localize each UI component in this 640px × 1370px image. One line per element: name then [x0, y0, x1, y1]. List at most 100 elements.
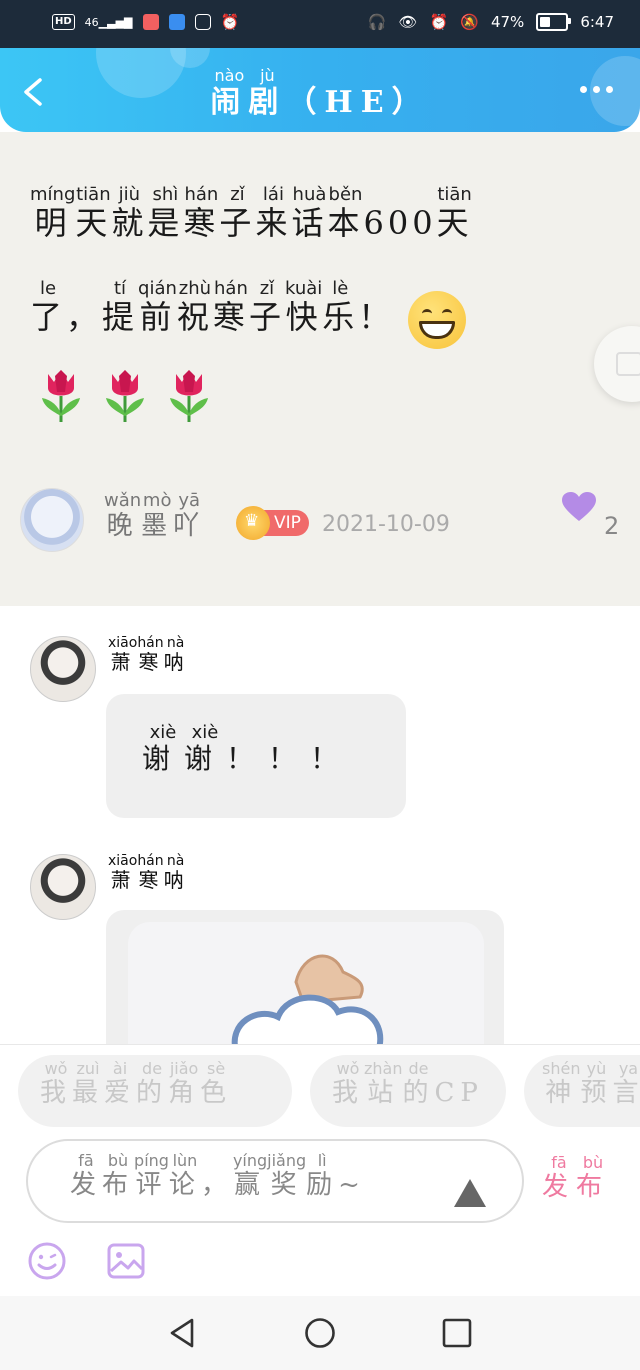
- comment-item: 萧xiāo寒hán呐nà: [30, 853, 640, 1110]
- annotated-char: 了le: [30, 278, 67, 336]
- annotated-char: 闹nào: [210, 66, 249, 120]
- annotated-char: 谢xiè: [184, 722, 227, 775]
- commenter-avatar[interactable]: [30, 854, 96, 920]
- annotated-char: ，: [201, 1170, 233, 1200]
- annotated-char: 是shì: [147, 184, 184, 242]
- post-card: 明míng天tiān就jiù是shì寒hán子zǐ来lái话huà本běn600…: [0, 132, 640, 606]
- gift-box-icon: [616, 352, 640, 376]
- commenter-avatar[interactable]: [30, 636, 96, 702]
- pinyin-annotation: [66, 278, 102, 299]
- commenter-name[interactable]: 萧xiāo寒hán呐nà: [108, 635, 188, 675]
- topic-chip-label: 我wǒ站zhàn的deCP: [332, 1059, 484, 1109]
- pinyin-annotation: huà: [291, 184, 328, 205]
- pinyin-annotation: [338, 1151, 366, 1170]
- annotated-char: 发fā: [70, 1151, 103, 1200]
- annotated-char: 本běn: [327, 184, 364, 242]
- dot: [580, 86, 587, 93]
- pinyin-annotation: kuài: [284, 278, 323, 299]
- pinyin-annotation: jiù: [111, 184, 148, 205]
- annotated-char: 快kuài: [284, 278, 323, 336]
- recents-square-icon[interactable]: [440, 1316, 474, 1350]
- pinyin-annotation: hán: [137, 635, 164, 651]
- dot: [606, 86, 613, 93]
- author-name[interactable]: 晚wǎn墨mò吖yā: [104, 490, 206, 542]
- pinyin-annotation: nà: [163, 853, 188, 869]
- author-avatar[interactable]: [20, 488, 84, 552]
- home-circle-icon[interactable]: [303, 1316, 337, 1350]
- annotated-char: ，: [66, 298, 102, 336]
- annotated-char: 天tiān: [436, 184, 473, 242]
- annotated-char: 剧jù: [248, 66, 287, 120]
- pinyin-annotation: xiāo: [108, 853, 138, 869]
- emoji-picker-icon[interactable]: [27, 1241, 67, 1281]
- annotated-char: 乐lè: [322, 278, 359, 336]
- post-date: 2021-10-09: [322, 512, 450, 537]
- pinyin-annotation: tiān: [75, 184, 112, 205]
- topic-chip[interactable]: 我wǒ站zhàn的deCP: [310, 1055, 506, 1127]
- grinning-face-emoji-icon: [408, 290, 467, 349]
- back-triangle-icon[interactable]: [166, 1316, 200, 1350]
- pinyin-annotation: xiāo: [108, 635, 138, 651]
- annotated-char: 评píng: [134, 1151, 169, 1200]
- annotated-char: 布bù: [576, 1153, 611, 1202]
- annotated-char: 寒hán: [212, 278, 249, 336]
- annotated-char: ！: [268, 742, 310, 775]
- pinyin-annotation: [435, 1059, 484, 1078]
- heart-like-icon[interactable]: [562, 492, 596, 522]
- pinyin-annotation: mò: [141, 490, 174, 511]
- tulip-emoji-icon: [106, 370, 144, 422]
- system-nav-bar: [0, 1296, 640, 1370]
- comment-bubble[interactable]: 谢xiè谢xiè！ ！ ！: [106, 694, 406, 818]
- pinyin-annotation: zhàn: [364, 1059, 403, 1078]
- commenter-name[interactable]: 萧xiāo寒hán呐nà: [108, 853, 188, 893]
- pinyin-annotation: lè: [322, 278, 359, 299]
- annotated-char: 谢xiè: [142, 722, 185, 775]
- pinyin-annotation: [310, 722, 352, 743]
- collapse-triangle-icon[interactable]: [454, 1179, 486, 1207]
- pinyin-annotation: míng: [30, 184, 76, 205]
- pinyin-annotation: lì: [306, 1151, 339, 1170]
- pinyin-annotation: hán: [212, 278, 249, 299]
- eye-icon: 👁: [398, 13, 418, 31]
- topic-chip-label: 我wǒ最zuì爱ài的de角jiǎo色sè: [40, 1059, 233, 1109]
- topic-chip[interactable]: 神shén预yù言ya: [524, 1055, 640, 1127]
- pinyin-annotation: lái: [255, 184, 292, 205]
- pinyin-annotation: shén: [542, 1059, 581, 1078]
- more-options-button[interactable]: [580, 86, 616, 100]
- pinyin-annotation: tiān: [436, 184, 473, 205]
- annotated-char: 预yù: [580, 1059, 613, 1108]
- pinyin-annotation: běn: [327, 184, 364, 205]
- annotated-char: 子zǐ: [248, 278, 285, 336]
- annotated-char: 萧xiāo: [108, 635, 138, 674]
- pinyin-annotation: fā: [542, 1153, 576, 1172]
- pinyin-annotation: wǒ: [40, 1059, 72, 1078]
- post-line-1: 明míng天tiān就jiù是shì寒hán子zǐ来lái话huà本běn600…: [30, 176, 590, 270]
- pinyin-annotation: píng: [134, 1151, 169, 1170]
- annotated-char: 神shén: [542, 1059, 581, 1108]
- annotated-char: 寒hán: [183, 184, 220, 242]
- post-author-row: 晚wǎn墨mò吖yā VIP 2021-10-09 2: [20, 488, 630, 558]
- annotated-char: 明míng: [30, 184, 76, 242]
- pinyin-annotation: sè: [200, 1059, 233, 1078]
- pinyin-annotation: yā: [173, 490, 206, 511]
- pinyin-annotation: xiè: [142, 722, 185, 743]
- dot: [593, 86, 600, 93]
- floating-side-button[interactable]: [594, 326, 640, 402]
- app-notification-icon: [168, 14, 185, 30]
- post-body: 明míng天tiān就jiù是shì寒hán子zǐ来lái话huà本běn600…: [30, 176, 590, 364]
- annotated-char: 子zǐ: [219, 184, 256, 242]
- annotated-char: 萧xiāo: [108, 853, 138, 892]
- annotated-char: 论lùn: [168, 1151, 201, 1200]
- comment-input[interactable]: 发fā布bù评píng论lùn， 赢yíng奖jiǎng励lì~: [26, 1139, 524, 1223]
- post-line-2: 了le， 提tí前qián祝zhù寒hán子zǐ快kuài乐lè！: [30, 270, 590, 364]
- annotated-char: 吖yā: [173, 490, 206, 541]
- publish-button[interactable]: 发fā布bù: [542, 1153, 611, 1203]
- comment-composer: 我wǒ最zuì爱ài的de角jiǎo色sè 我wǒ站zhàn的deCP 神shé…: [0, 1044, 640, 1297]
- annotated-char: 的de: [402, 1059, 435, 1108]
- pinyin-annotation: jiǎo: [168, 1059, 201, 1078]
- annotated-char: 寒hán: [137, 853, 164, 892]
- annotated-char: 祝zhù: [176, 278, 213, 336]
- pinyin-annotation: jù: [248, 66, 287, 85]
- image-picker-icon[interactable]: [106, 1241, 146, 1281]
- topic-chip[interactable]: 我wǒ最zuì爱ài的de角jiǎo色sè: [18, 1055, 292, 1127]
